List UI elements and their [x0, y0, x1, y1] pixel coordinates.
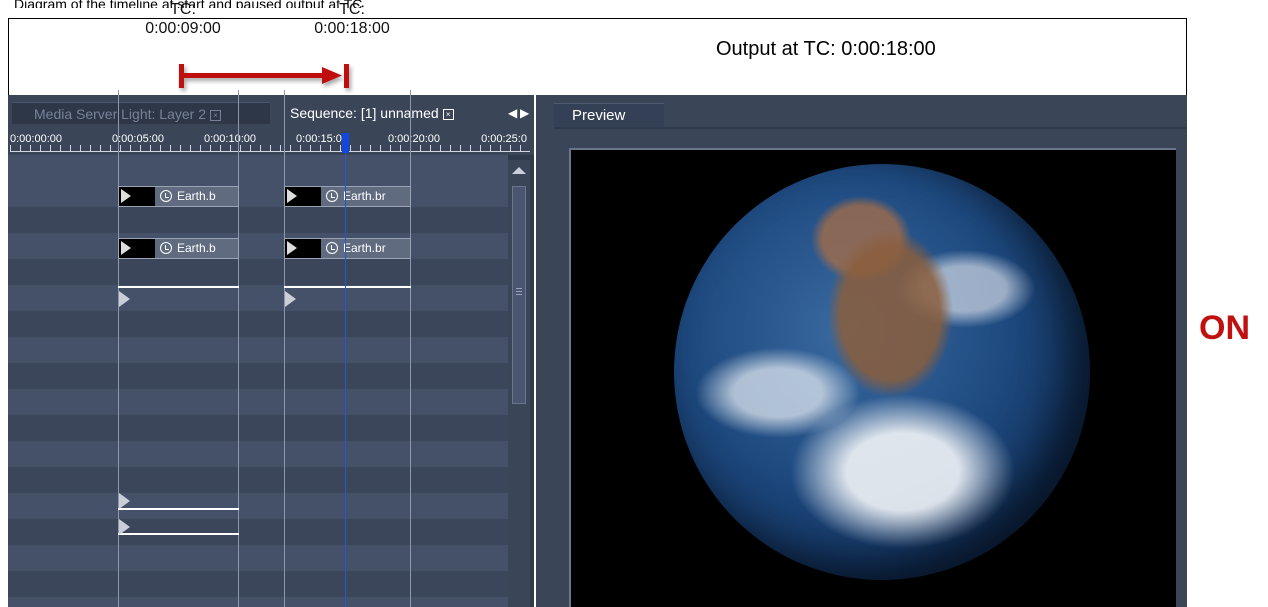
track-row — [8, 519, 508, 545]
track-row — [8, 363, 508, 389]
preview-viewport — [569, 148, 1176, 607]
close-icon[interactable]: × — [209, 109, 221, 121]
clip-earth-3[interactable]: Earth.b — [118, 238, 239, 259]
close-icon[interactable]: × — [442, 108, 454, 120]
clip-start-line — [284, 90, 285, 607]
tab-sequence[interactable]: Sequence: [1] unnamed × — [270, 102, 502, 124]
tab-media-server-layer[interactable]: Media Server Light: Layer 2 × — [12, 102, 270, 124]
track-row — [8, 259, 508, 285]
tab-scroll-right-icon[interactable]: ▶ — [520, 107, 529, 119]
clip-end-line — [238, 90, 239, 607]
tab-media-server-label: Media Server Light: Layer 2 — [34, 106, 206, 122]
ruler-label: 0:00:15:00 — [296, 133, 348, 145]
keyframe-marker-icon[interactable] — [285, 291, 296, 307]
track-row — [8, 337, 508, 363]
clip-earth-4[interactable]: Earth.br — [284, 238, 411, 259]
track-row — [8, 285, 508, 311]
track-row — [8, 415, 508, 441]
clip-thumbnail — [119, 239, 155, 258]
tc-end-annotation: TC: 0:00:18:00 — [297, 0, 407, 38]
track-row — [8, 207, 508, 233]
vertical-scrollbar[interactable] — [508, 160, 530, 607]
status-on-label: ON — [1199, 309, 1250, 347]
clock-icon — [160, 242, 172, 254]
track-row — [8, 441, 508, 467]
tc-start-value: 0:00:09:00 — [145, 20, 221, 37]
sequence-panel: Media Server Light: Layer 2 × Sequence: [… — [8, 95, 534, 607]
range-arrow-icon — [179, 64, 349, 88]
track-row — [8, 597, 508, 607]
clip-label: Earth.b — [177, 241, 216, 255]
track-row — [8, 467, 508, 493]
earth-image — [674, 164, 1090, 580]
ruler-label: 0:00:00:00 — [10, 133, 62, 145]
sequence-tabbar: Media Server Light: Layer 2 × Sequence: [… — [8, 95, 534, 131]
preview-divider — [554, 127, 1186, 129]
tab-sequence-label: Sequence: [1] unnamed — [290, 105, 439, 121]
ruler-label: 0:00:05:00 — [112, 133, 164, 145]
keyframe-marker-icon[interactable] — [119, 519, 130, 535]
clock-icon — [326, 242, 338, 254]
clock-icon — [326, 190, 338, 202]
keyframe-marker-icon[interactable] — [119, 291, 130, 307]
tab-preview[interactable]: Preview — [554, 103, 664, 127]
grip-icon — [516, 287, 522, 295]
clip-label: Earth.br — [343, 189, 386, 203]
preview-panel: Preview — [536, 95, 1187, 607]
track-row — [8, 233, 508, 259]
scroll-up-icon[interactable] — [512, 167, 526, 174]
track-row — [8, 311, 508, 337]
timeline-ruler[interactable]: 0:00:00:00 0:00:05:00 0:00:10:00 0:00:15… — [8, 131, 534, 155]
track-row — [8, 493, 508, 519]
clip-thumbnail — [285, 239, 321, 258]
ruler-label: 0:00:25:0 — [481, 133, 527, 145]
clip-thumbnail — [285, 187, 321, 206]
playhead-line — [345, 138, 346, 607]
ruler-label: 0:00:20:00 — [388, 133, 440, 145]
tc-end-value: 0:00:18:00 — [314, 20, 390, 37]
automation-line[interactable] — [118, 533, 239, 535]
clock-icon — [160, 190, 172, 202]
ruler-ticks — [10, 145, 530, 152]
clip-earth-2[interactable]: Earth.br — [284, 186, 411, 207]
track-row — [8, 571, 508, 597]
track-row — [8, 155, 508, 181]
ruler-label: 0:00:10:00 — [204, 133, 256, 145]
tc-start-annotation: TC: 0:00:09:00 — [128, 0, 238, 38]
keyframe-marker-icon[interactable] — [119, 493, 130, 509]
automation-line[interactable] — [284, 286, 411, 288]
track-row — [8, 545, 508, 571]
playhead-handle[interactable] — [342, 133, 349, 153]
output-title: Output at TC: 0:00:18:00 — [716, 38, 936, 60]
clip-earth-1[interactable]: Earth.b — [118, 186, 239, 207]
automation-line[interactable] — [118, 286, 239, 288]
clip-end-line — [410, 90, 411, 607]
scroll-thumb[interactable] — [512, 186, 526, 404]
clip-thumbnail — [119, 187, 155, 206]
tc-start-label: TC: — [170, 1, 196, 18]
track-row — [8, 389, 508, 415]
tab-scroll-left-icon[interactable]: ◀ — [508, 107, 517, 119]
tc-end-label: TC: — [339, 1, 365, 18]
track-area[interactable] — [8, 155, 508, 607]
clip-label: Earth.b — [177, 189, 216, 203]
clip-label: Earth.br — [343, 241, 386, 255]
track-row — [8, 181, 508, 207]
automation-line[interactable] — [118, 508, 239, 510]
